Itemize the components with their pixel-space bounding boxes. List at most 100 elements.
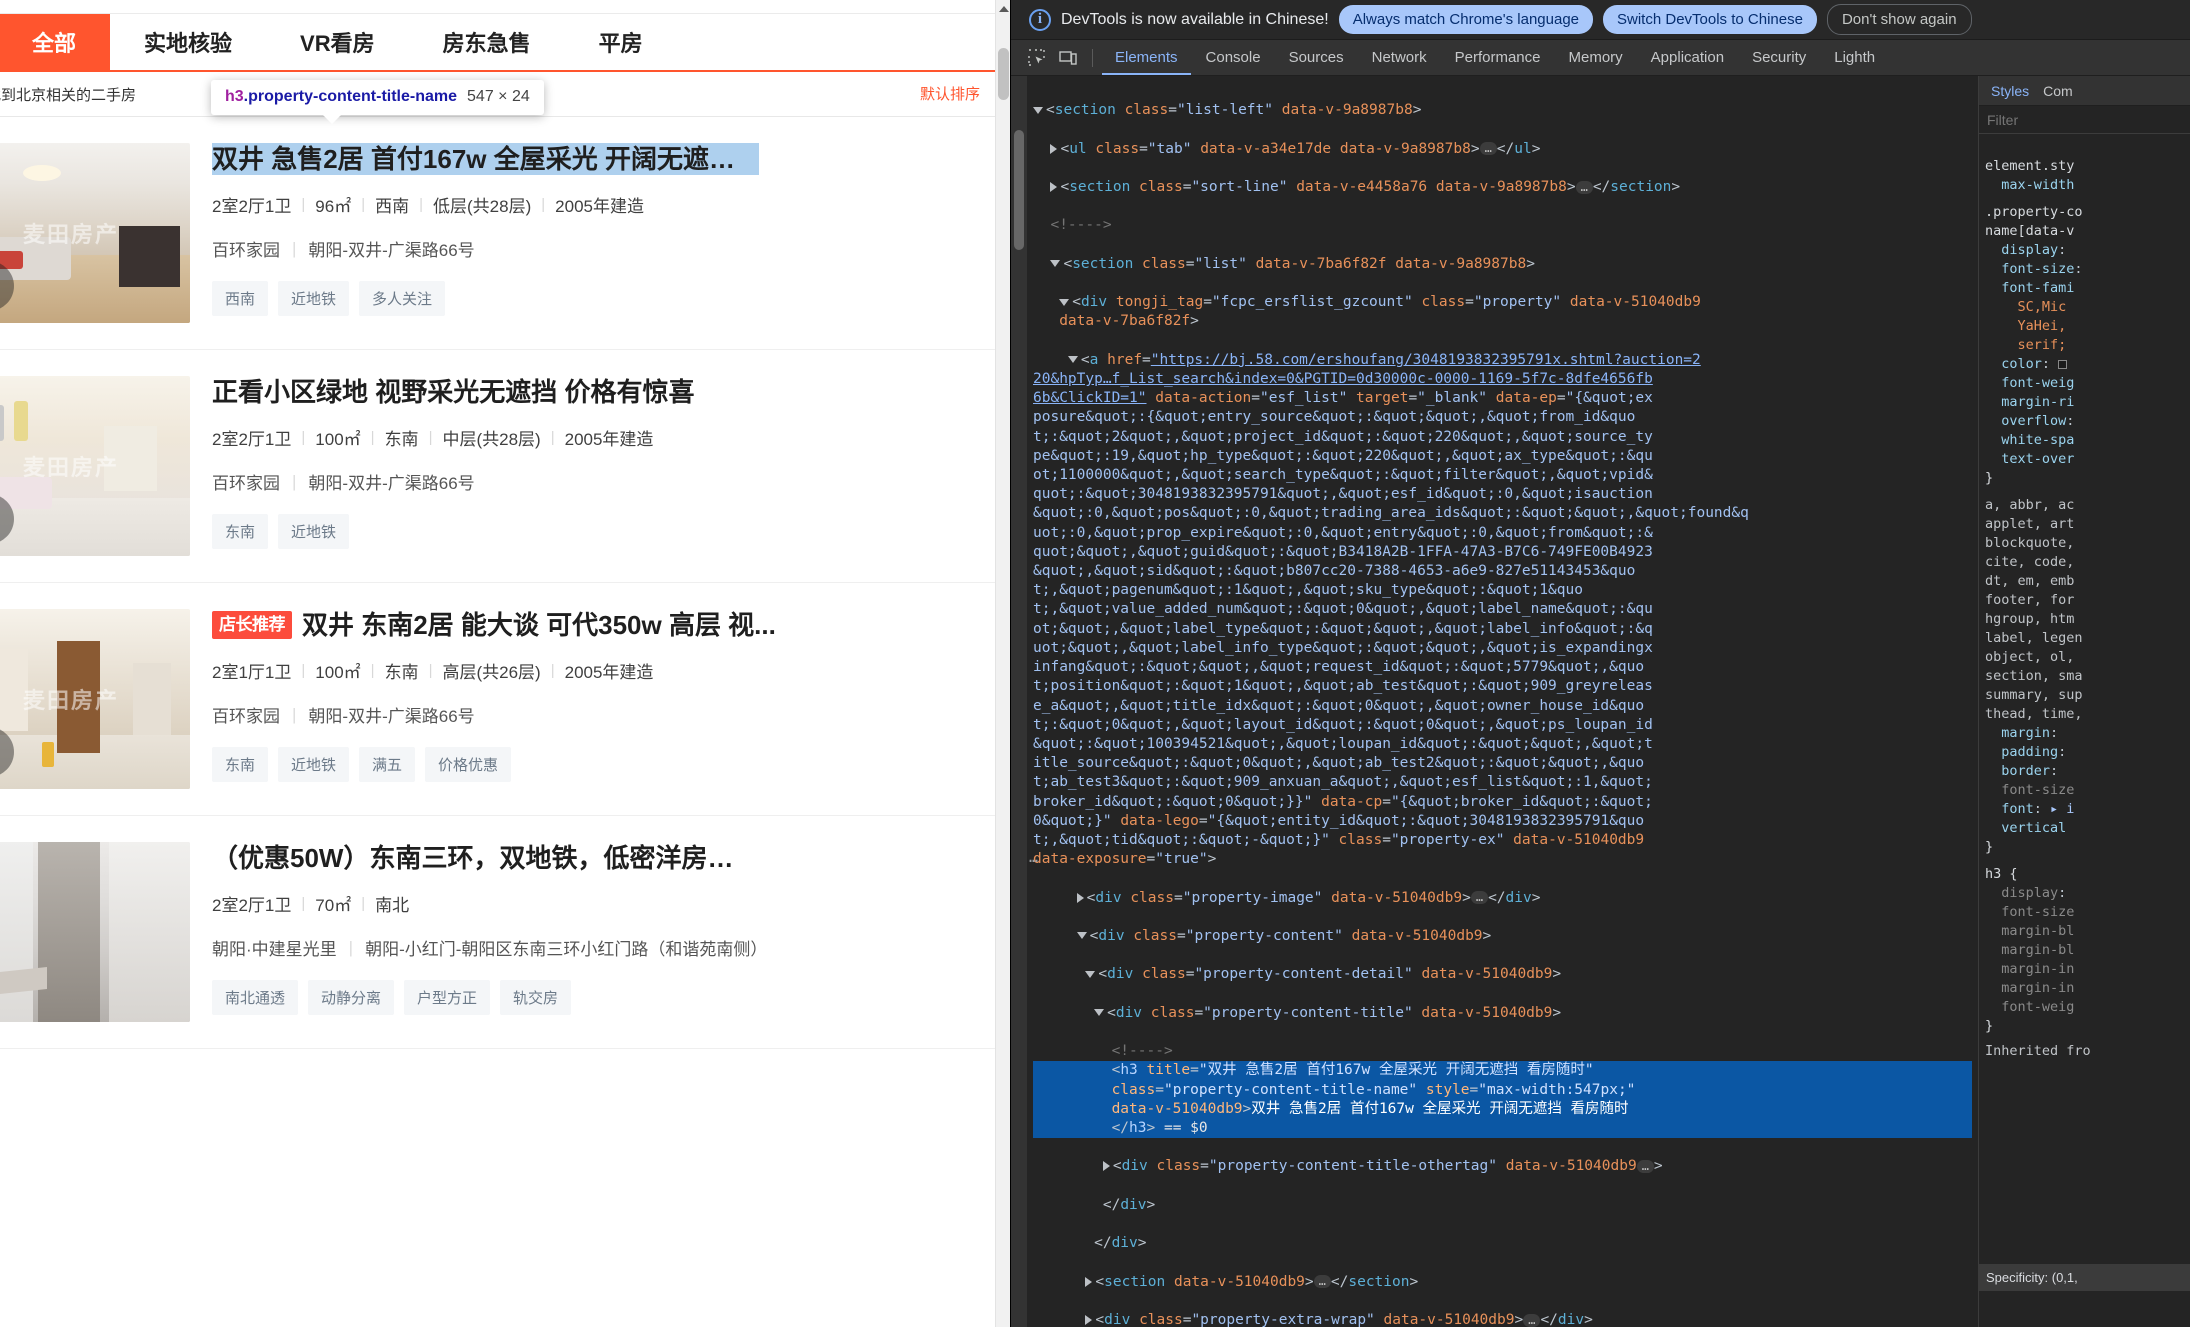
listing-thumbnail[interactable]: 麦田房产 — [0, 609, 190, 789]
tab-all[interactable]: 全部 — [0, 14, 111, 70]
style-rule-selector[interactable]: label, legen — [1985, 630, 2083, 646]
style-property[interactable]: max-width — [2001, 177, 2074, 193]
tab-security[interactable]: Security — [1739, 40, 1819, 75]
style-property[interactable]: font — [2001, 801, 2034, 817]
page-scrollbar[interactable] — [995, 0, 1010, 1327]
dom-line[interactable]: <div class="property-image" data-v-51040… — [1033, 889, 1972, 908]
style-property[interactable]: font-weig — [2001, 375, 2074, 391]
style-rule-selector[interactable]: h3 { — [1985, 866, 2018, 882]
listing-community[interactable]: 朝阳·中建星光里 — [212, 935, 337, 960]
style-rule-selector[interactable]: summary, sup — [1985, 687, 2083, 703]
styles-rules[interactable]: element.sty max-width .property-co name[… — [1979, 134, 2190, 1327]
style-property[interactable]: vertical — [2001, 820, 2066, 836]
tab-application[interactable]: Application — [1638, 40, 1737, 75]
style-property[interactable]: white-spa — [2001, 432, 2074, 448]
dom-line[interactable]: <ul class="tab" data-v-a34e17de data-v-9… — [1033, 140, 1972, 159]
styles-filter-row[interactable] — [1979, 106, 2190, 134]
dom-line[interactable]: <!----> — [1033, 1042, 1972, 1061]
listing-thumbnail[interactable]: 麦田房产 — [0, 376, 190, 556]
scrollbar-thumb[interactable] — [998, 48, 1009, 100]
dom-line[interactable]: <section data-v-51040db9>… </section> — [1033, 1273, 1972, 1292]
style-property[interactable]: margin-ri — [2001, 394, 2074, 410]
listing-community[interactable]: 百环家园 — [212, 702, 280, 727]
color-swatch[interactable] — [2058, 359, 2068, 369]
dont-show-again-button[interactable]: Don't show again — [1826, 4, 1972, 35]
listing-community[interactable]: 百环家园 — [212, 236, 280, 261]
tab-vr-tour[interactable]: VR看房 — [266, 14, 409, 70]
style-rule-selector[interactable]: cite, code, — [1985, 554, 2074, 570]
listing-item[interactable]: 麦田房产 正看小区绿地 视野采光无遮挡 价格有惊喜 2室2厅1卫 | 100㎡ … — [0, 350, 1010, 583]
listing-title[interactable]: （优惠50W）东南三环，双地铁，低密洋房，南... — [212, 842, 990, 874]
tab-performance[interactable]: Performance — [1442, 40, 1554, 75]
listing-community[interactable]: 百环家园 — [212, 469, 280, 494]
tab-bungalow[interactable]: 平房 — [565, 14, 677, 70]
dom-line[interactable]: <div class="property-content-title" data… — [1033, 1004, 1972, 1023]
sort-default-link[interactable]: 默认排序 — [920, 83, 980, 104]
elements-dom-tree[interactable]: <section class="list-left" data-v-9a8987… — [1011, 76, 1978, 1327]
style-property-disabled[interactable]: margin-bl — [2001, 923, 2074, 939]
style-property[interactable]: border — [2001, 763, 2050, 779]
listing-item[interactable]: 麦田房产 店长推荐 双井 东南2居 能大谈 可代350w 高层 视... 2室1… — [0, 583, 1010, 816]
dom-line[interactable]: <div class="property-extra-wrap" data-v-… — [1033, 1311, 1972, 1327]
style-property[interactable]: padding — [2001, 744, 2058, 760]
device-toolbar-icon[interactable] — [1053, 44, 1083, 72]
style-property-disabled[interactable]: display — [2001, 885, 2058, 901]
style-property-disabled[interactable]: margin-in — [2001, 961, 2074, 977]
style-property[interactable]: font-size — [2001, 261, 2074, 277]
scrollbar-thumb[interactable] — [1014, 130, 1024, 250]
dom-line[interactable]: </div> — [1033, 1234, 1972, 1253]
styles-filter-input[interactable] — [1987, 111, 2182, 128]
tab-lighthouse[interactable]: Lighth — [1821, 40, 1888, 75]
dom-line[interactable]: <!----> — [1033, 216, 1972, 235]
style-property[interactable]: text-over — [2001, 451, 2074, 467]
listing-title[interactable]: 双井 急售2居 首付167w 全屋采光 开阔无遮挡 看... — [212, 143, 990, 175]
dom-line[interactable]: <div class="property-content" data-v-510… — [1033, 927, 1972, 946]
scroll-up-arrow-icon[interactable] — [999, 6, 1009, 12]
listing-thumbnail[interactable] — [0, 842, 190, 1022]
listing-title[interactable]: 店长推荐 双井 东南2居 能大谈 可代350w 高层 视... — [212, 609, 990, 641]
style-property-disabled[interactable]: font-size — [2001, 904, 2074, 920]
always-match-language-button[interactable]: Always match Chrome's language — [1338, 5, 1594, 34]
style-rule-selector[interactable]: .property-co — [1985, 204, 2083, 220]
style-rule-selector[interactable]: hgroup, htm — [1985, 611, 2074, 627]
inspect-element-icon[interactable] — [1021, 44, 1051, 72]
style-property[interactable]: overflow — [2001, 413, 2066, 429]
style-rule-selector[interactable]: a, abbr, ac — [1985, 497, 2074, 513]
style-rule-selector[interactable]: section, sma — [1985, 668, 2083, 684]
tab-computed[interactable]: Com — [2039, 83, 2077, 99]
tab-elements[interactable]: Elements — [1102, 40, 1191, 75]
dom-line[interactable]: </div> — [1033, 1196, 1972, 1215]
style-rule-selector[interactable]: object, ol, — [1985, 649, 2074, 665]
tab-sources[interactable]: Sources — [1276, 40, 1357, 75]
style-rule-selector[interactable]: element.sty — [1985, 158, 2074, 174]
style-property[interactable]: display — [2001, 242, 2058, 258]
listing-title[interactable]: 正看小区绿地 视野采光无遮挡 价格有惊喜 — [212, 376, 990, 408]
style-property-disabled[interactable]: font-size — [2001, 782, 2074, 798]
tab-urgent-sale[interactable]: 房东急售 — [409, 14, 565, 70]
dom-tree-scrollbar[interactable] — [1011, 76, 1027, 1327]
dom-line-selected[interactable]: <h3 title="双井 急售2居 首付167w 全屋采光 开阔无遮挡 看房随… — [1033, 1061, 1972, 1139]
dom-line[interactable]: <div class="property-content-title-other… — [1033, 1157, 1972, 1176]
style-property-disabled[interactable]: margin-in — [2001, 980, 2074, 996]
tab-console[interactable]: Console — [1193, 40, 1274, 75]
style-rule-selector[interactable]: dt, em, emb — [1985, 573, 2074, 589]
style-property[interactable]: font-fami — [2001, 280, 2074, 296]
dom-line[interactable]: <section class="list-left" data-v-9a8987… — [1033, 101, 1972, 120]
listing-item[interactable]: （优惠50W）东南三环，双地铁，低密洋房，南... 2室2厅1卫 | 70㎡ |… — [0, 816, 1010, 1049]
style-property[interactable]: margin — [2001, 725, 2050, 741]
style-property-disabled[interactable]: margin-bl — [2001, 942, 2074, 958]
style-property-disabled[interactable]: font-weig — [2001, 999, 2074, 1015]
dom-line[interactable]: <div class="property-content-detail" dat… — [1033, 965, 1972, 984]
dom-line[interactable]: <section class="sort-line" data-v-e4458a… — [1033, 178, 1972, 197]
style-rule-selector[interactable]: applet, art — [1985, 516, 2074, 532]
dom-line[interactable]: <div tongji_tag="fcpc_ersflist_gzcount" … — [1033, 293, 1972, 331]
tab-memory[interactable]: Memory — [1556, 40, 1636, 75]
style-property[interactable]: color — [2001, 356, 2042, 372]
listing-item[interactable]: 麦田房产 双井 急售2居 首付167w 全屋采光 开阔无遮挡 看... 2室2厅… — [0, 117, 1010, 350]
dom-line[interactable]: <section class="list" data-v-7ba6f82f da… — [1033, 255, 1972, 274]
selected-row-ellipsis[interactable]: … — [1029, 848, 1038, 866]
tab-onsite-verify[interactable]: 实地核验 — [110, 14, 266, 70]
dom-line[interactable]: <a href="https://bj.58.com/ershoufang/30… — [1033, 351, 1972, 869]
style-rule-selector[interactable]: blockquote, — [1985, 535, 2074, 551]
switch-to-chinese-button[interactable]: Switch DevTools to Chinese — [1603, 5, 1817, 34]
